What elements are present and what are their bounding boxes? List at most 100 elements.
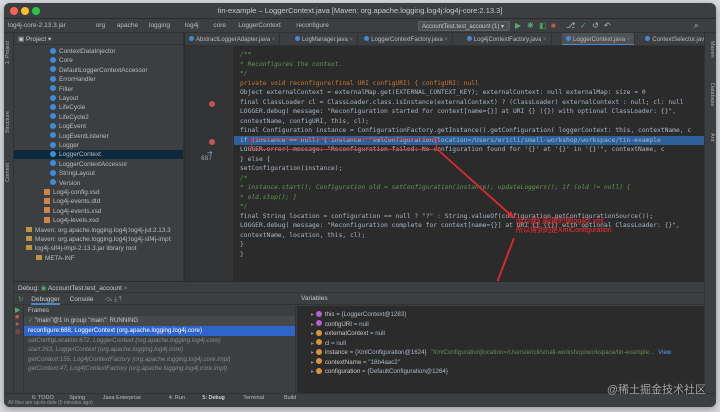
editor-tab[interactable]: LoggerContextFactory.java × xyxy=(360,33,454,45)
code-line: Object externalContext = externalMap.get… xyxy=(240,89,646,96)
close-icon[interactable]: × xyxy=(124,285,128,292)
project-tree-item[interactable]: Version xyxy=(14,179,183,188)
class-icon xyxy=(50,141,56,148)
maven-tool-tab[interactable]: Maven xyxy=(707,41,715,58)
editor-tab[interactable]: ContextSelector.java × xyxy=(641,33,704,45)
step-over-icon[interactable]: ⤼ xyxy=(105,296,112,303)
project-tree-item[interactable]: Log4j-levels.xsd xyxy=(14,216,183,225)
project-tree-item[interactable]: LogEventListener xyxy=(14,132,183,141)
variable-row[interactable]: ▸ configURI = null xyxy=(297,320,704,330)
stack-frame[interactable]: getContext:155, Log4jContextFactory (org… xyxy=(24,355,295,365)
variable-row[interactable]: ▸ this = {LoggerContext@1283} xyxy=(297,310,704,320)
breadcrumb-item[interactable]: LoggerContext xyxy=(238,22,281,29)
variable-row[interactable]: ▸ externalContext = null xyxy=(297,329,704,339)
breakpoint-icon[interactable] xyxy=(209,101,215,107)
rerun-icon[interactable]: ↻ xyxy=(18,296,23,303)
editor-tab[interactable]: LoggerContext.java × xyxy=(562,33,636,45)
project-tree-item[interactable]: Log4j-events.dtd xyxy=(14,197,183,206)
project-tree-item[interactable]: log4j-slf4j-impl-2.13.3.jar library root xyxy=(14,244,183,253)
project-tree-item[interactable]: META-INF xyxy=(14,254,183,263)
project-tree-item[interactable]: Layout xyxy=(14,94,183,103)
project-tree-item[interactable]: StringLayout xyxy=(14,169,183,178)
structure-tool-tab[interactable]: Structure xyxy=(5,111,13,133)
coverage-icon[interactable]: ◧ xyxy=(539,21,547,31)
commit-check-icon[interactable]: ✓ xyxy=(580,21,587,31)
search-icon[interactable]: ⌕ xyxy=(694,21,698,31)
console-tab[interactable]: Console xyxy=(70,296,94,303)
project-tree-item[interactable]: Core xyxy=(14,56,183,65)
step-out-icon[interactable]: ⤒ xyxy=(119,296,122,303)
breadcrumb-item[interactable]: log4j-core-2.13.3.jar xyxy=(8,22,66,29)
project-tree-item[interactable]: DefaultLoggerContextAccessor xyxy=(14,66,183,75)
project-tree-item[interactable]: ErrorHandler xyxy=(14,75,183,84)
stack-frame[interactable]: reconfigure:688, LoggerContext (org.apac… xyxy=(24,326,295,336)
project-tree-item[interactable]: LoggerContext xyxy=(14,150,183,160)
project-tree-item[interactable]: LifeCycle xyxy=(14,103,183,112)
project-tree-item[interactable]: LifeCycle2 xyxy=(14,113,183,122)
debug-session-tab[interactable]: AccountTest.test_account xyxy=(48,285,122,292)
mute-breakpoints-icon[interactable]: ⊘ xyxy=(14,328,23,336)
close-icon[interactable]: × xyxy=(443,37,449,43)
variable-name: cl xyxy=(324,339,330,347)
breadcrumb-item[interactable]: core xyxy=(213,22,226,29)
editor-tab[interactable]: Log4jContextFactory.java × xyxy=(463,33,552,45)
database-tool-tab[interactable]: Database xyxy=(707,83,715,107)
project-tree-item[interactable]: Log4j-events.xsd xyxy=(14,207,183,216)
stack-frame[interactable]: getContext:47, Log4jContextFactory (org.… xyxy=(24,364,295,374)
commit-tool-tab[interactable]: Commit xyxy=(5,163,13,182)
code-line: * Reconfigures the context. xyxy=(240,60,343,68)
stack-frame[interactable]: setConfigLocation:672, LoggerContext (or… xyxy=(24,336,295,346)
project-tool-tab[interactable]: 1: Project xyxy=(5,41,13,64)
stack-frame[interactable]: start:263, LoggerContext (org.apache.log… xyxy=(24,345,295,355)
breadcrumb-item[interactable]: apache xyxy=(117,22,138,29)
step-into-icon[interactable]: ⤓ xyxy=(114,296,117,303)
resume-icon[interactable]: ▶ xyxy=(14,306,23,314)
project-tree-item-label: LoggerContext xyxy=(59,151,101,159)
variable-row[interactable]: ▸ instance = {XmlConfiguration@1624} "Xml… xyxy=(297,348,704,358)
thread-label: "main"@1 in group "main": RUNNING xyxy=(34,317,139,324)
class-icon xyxy=(645,36,651,41)
view-link[interactable]: View xyxy=(658,349,671,356)
breakpoints-icon[interactable]: ● xyxy=(14,321,23,328)
project-tree-item[interactable]: Maven: org.apache.logging.log4j:log4j-sl… xyxy=(14,235,183,244)
variable-row[interactable]: ▸ configuration = {DefaultConfiguration@… xyxy=(297,367,704,377)
close-icon[interactable]: × xyxy=(541,37,547,43)
thread-select[interactable]: ✓ "main"@1 in group "main": RUNNING xyxy=(24,316,295,326)
editor-tab[interactable]: AbstractLoggerAdapter.java × xyxy=(185,33,281,45)
stop-icon[interactable]: ■ xyxy=(14,314,23,321)
editor-tab[interactable]: LogManager.java × xyxy=(291,33,359,45)
history-icon[interactable]: ↺ xyxy=(592,21,599,31)
project-tree-item[interactable]: Log4j-config.xsd xyxy=(14,188,183,197)
class-icon xyxy=(50,47,56,54)
close-icon[interactable]: × xyxy=(348,37,354,43)
ant-tool-tab[interactable]: Ant xyxy=(707,133,715,141)
close-icon[interactable]: × xyxy=(270,37,276,43)
breadcrumb-item[interactable]: reconfigure xyxy=(296,22,329,29)
debug-icon[interactable]: ✱ xyxy=(527,21,534,31)
project-tree-item[interactable]: LogEvent xyxy=(14,122,183,131)
project-tree-item-label: ContextDataInjector xyxy=(59,48,116,55)
project-tree-item[interactable]: Logger xyxy=(14,141,183,150)
variable-name: configuration xyxy=(324,368,361,375)
git-icon[interactable]: ⎇ xyxy=(566,21,575,31)
run-icon[interactable]: ▶ xyxy=(515,21,521,31)
project-panel-title[interactable]: Project xyxy=(26,36,46,43)
debugger-tab[interactable]: Debugger xyxy=(31,296,60,305)
project-tree-item[interactable]: LoggerContextAccessor xyxy=(14,160,183,169)
code-line: * old.stop(); } xyxy=(240,193,297,201)
project-tree-item[interactable]: Filter xyxy=(14,85,183,94)
variable-row[interactable]: ▸ cl = null xyxy=(297,339,704,349)
breadcrumb-item[interactable]: org xyxy=(96,22,105,29)
breadcrumb-item[interactable]: logging xyxy=(149,22,170,29)
project-tree-item[interactable]: ContextDataInjector xyxy=(14,47,183,56)
breadcrumb-item[interactable]: log4j xyxy=(185,22,199,29)
run-configuration-select[interactable]: AccountTest.test_account (1) ▾ xyxy=(418,21,510,31)
undo-icon[interactable]: ↶ xyxy=(604,21,611,31)
close-icon[interactable]: × xyxy=(625,37,631,43)
variable-row[interactable]: ▸ contextName = "18b4aac2" xyxy=(297,358,704,368)
stop-icon[interactable]: ■ xyxy=(551,21,556,31)
project-tree-item[interactable]: Maven: org.apache.logging.log4j:log4j-ju… xyxy=(14,226,183,235)
breakpoint-icon[interactable] xyxy=(209,139,215,145)
code-line: final ClassLoader cl = ClassLoader.class… xyxy=(240,98,684,106)
code-editor[interactable]: /** * Reconfigures the context. */ priva… xyxy=(234,46,704,281)
